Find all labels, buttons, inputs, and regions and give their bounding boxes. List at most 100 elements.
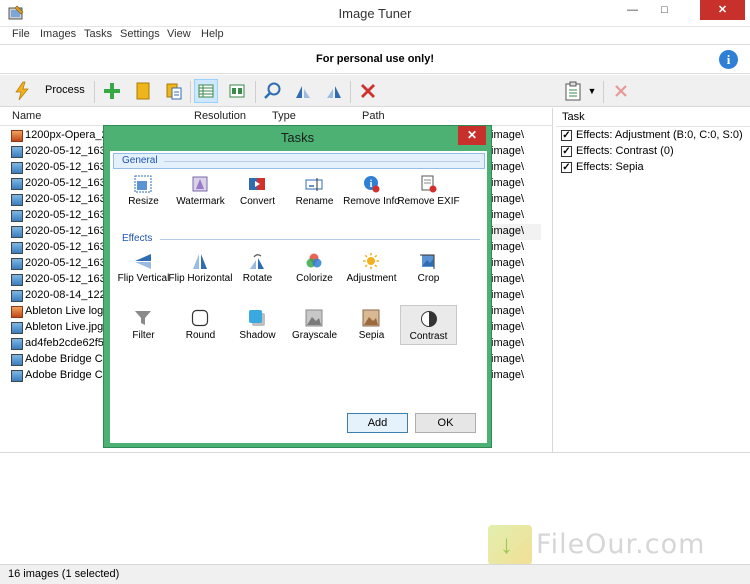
file-name: ad4feb2cde62f54f [25, 337, 107, 349]
file-row[interactable]: Adobe Bridge CC [8, 352, 108, 368]
image-icon [11, 274, 23, 286]
tile-crop[interactable]: Crop [400, 251, 457, 291]
remove-exif-icon [418, 174, 438, 194]
task-item[interactable]: ✓ Effects: Adjustment (B:0, C:0, S:0) [560, 128, 748, 144]
file-row[interactable]: 2020-05-12_163850 [8, 256, 108, 272]
file-row[interactable]: 2020-05-12_163830 [8, 240, 108, 256]
notice-bar: For personal use only! i [0, 44, 750, 74]
tile-remove-exif[interactable]: Remove EXIF [397, 174, 460, 214]
path-cell: image\ [491, 177, 525, 189]
task-checkbox[interactable]: ✓ [561, 146, 572, 157]
lightning-icon[interactable] [10, 79, 34, 103]
path-cell: image\ [491, 193, 525, 205]
file-name: Adobe Bridge CC [25, 369, 107, 381]
menu-settings[interactable]: Settings [120, 28, 160, 40]
image-icon [11, 338, 23, 350]
file-row[interactable]: 2020-05-12_163720 [8, 192, 108, 208]
tile-label: Contrast [409, 331, 448, 342]
file-row[interactable]: Ableton Live.jpg [8, 320, 108, 336]
menu-help[interactable]: Help [201, 28, 224, 40]
add-button[interactable]: Add [347, 413, 408, 433]
task-list-icon[interactable] [561, 79, 585, 103]
task-item[interactable]: ✓ Effects: Contrast (0) [560, 144, 748, 160]
tile-sepia[interactable]: Sepia [343, 308, 400, 348]
tile-round[interactable]: Round [172, 308, 229, 348]
menu-view[interactable]: View [167, 28, 191, 40]
header-divider [556, 126, 750, 127]
menu-file[interactable]: File [12, 28, 30, 40]
file-row[interactable]: Ableton Live logo [8, 304, 108, 320]
file-row[interactable]: 2020-05-12_163630 [8, 160, 108, 176]
chevron-down-icon[interactable]: ▼ [585, 79, 599, 103]
thumbnail-view-icon[interactable] [225, 79, 249, 103]
file-row[interactable]: 1200px-Opera_2015 [8, 128, 108, 144]
menu-tasks[interactable]: Tasks [84, 28, 112, 40]
tile-shadow[interactable]: Shadow [229, 308, 286, 348]
image-icon [11, 354, 23, 366]
file-row[interactable]: 2020-05-12_163810 [8, 224, 108, 240]
tile-remove-info[interactable]: i Remove Info [343, 174, 400, 214]
site-watermark: ↓ FileOur.com [488, 525, 740, 565]
column-header-name[interactable]: Name [12, 110, 41, 122]
tile-contrast[interactable]: Contrast [400, 305, 457, 345]
tile-flip-horizontal[interactable]: Flip Horizontal [169, 251, 232, 291]
column-header-path[interactable]: Path [362, 110, 385, 122]
process-button[interactable]: Process [45, 84, 85, 96]
zoom-icon[interactable] [260, 79, 284, 103]
flip-horizontal-icon [190, 251, 210, 271]
rotate-right-icon[interactable] [322, 79, 346, 103]
add-images-icon[interactable] [100, 79, 124, 103]
file-row[interactable]: Adobe Bridge CC [8, 368, 108, 384]
orange-image-icon [11, 306, 23, 318]
file-name: 2020-08-14_122520 [25, 289, 107, 301]
file-name: 2020-05-12_163630 [25, 161, 107, 173]
tile-flip-vertical[interactable]: Flip Vertical [115, 251, 172, 291]
task-panel: Task ✓ Effects: Adjustment (B:0, C:0, S:… [556, 108, 750, 452]
rotate-left-icon[interactable] [291, 79, 315, 103]
file-row[interactable]: ad4feb2cde62f54f [8, 336, 108, 352]
round-icon [190, 308, 210, 328]
image-icon [11, 370, 23, 382]
rotate-icon [247, 251, 267, 271]
menu-images[interactable]: Images [40, 28, 76, 40]
ok-button[interactable]: OK [415, 413, 476, 433]
file-row[interactable]: 2020-05-12_163700 [8, 176, 108, 192]
download-arrow-icon: ↓ [500, 529, 513, 559]
maximize-button[interactable]: □ [651, 0, 678, 20]
add-folder-icon[interactable] [131, 79, 155, 103]
task-item[interactable]: ✓ Effects: Sepia [560, 160, 748, 176]
task-label: Effects: Sepia [576, 161, 644, 173]
task-checkbox[interactable]: ✓ [561, 130, 572, 141]
shadow-icon [247, 308, 267, 328]
column-header-type[interactable]: Type [272, 110, 296, 122]
tile-watermark[interactable]: Watermark [172, 174, 229, 214]
tile-grayscale[interactable]: Grayscale [286, 308, 343, 348]
toolbar-separator [94, 81, 95, 103]
file-row[interactable]: 2020-05-12_163545 [8, 144, 108, 160]
tile-colorize[interactable]: Colorize [286, 251, 343, 291]
path-cell: image\ [491, 321, 525, 333]
tile-adjustment[interactable]: Adjustment [343, 251, 400, 291]
file-row[interactable]: 2020-08-14_122520 [8, 288, 108, 304]
paste-icon[interactable] [162, 79, 186, 103]
details-view-icon[interactable] [194, 79, 218, 103]
info-icon[interactable]: i [719, 50, 738, 69]
file-row[interactable]: 2020-05-12_163910 [8, 272, 108, 288]
dialog-close-button[interactable]: ✕ [458, 126, 486, 145]
crop-icon [418, 251, 438, 271]
sepia-icon [361, 308, 381, 328]
tile-rename[interactable]: Rename [286, 174, 343, 214]
minimize-button[interactable]: — [619, 0, 646, 20]
remove-task-icon[interactable] [609, 79, 633, 103]
task-checkbox[interactable]: ✓ [561, 162, 572, 173]
column-header-resolution[interactable]: Resolution [194, 110, 246, 122]
window-close-button[interactable]: ✕ [700, 0, 745, 20]
tile-resize[interactable]: Resize [115, 174, 172, 214]
file-row[interactable]: 2020-05-12_163740 [8, 208, 108, 224]
remove-icon[interactable] [356, 79, 380, 103]
tile-rotate[interactable]: Rotate [229, 251, 286, 291]
file-name: 2020-05-12_163700 [25, 177, 107, 189]
tile-filter[interactable]: Filter [115, 308, 172, 348]
tile-convert[interactable]: Convert [229, 174, 286, 214]
section-divider [160, 239, 480, 240]
